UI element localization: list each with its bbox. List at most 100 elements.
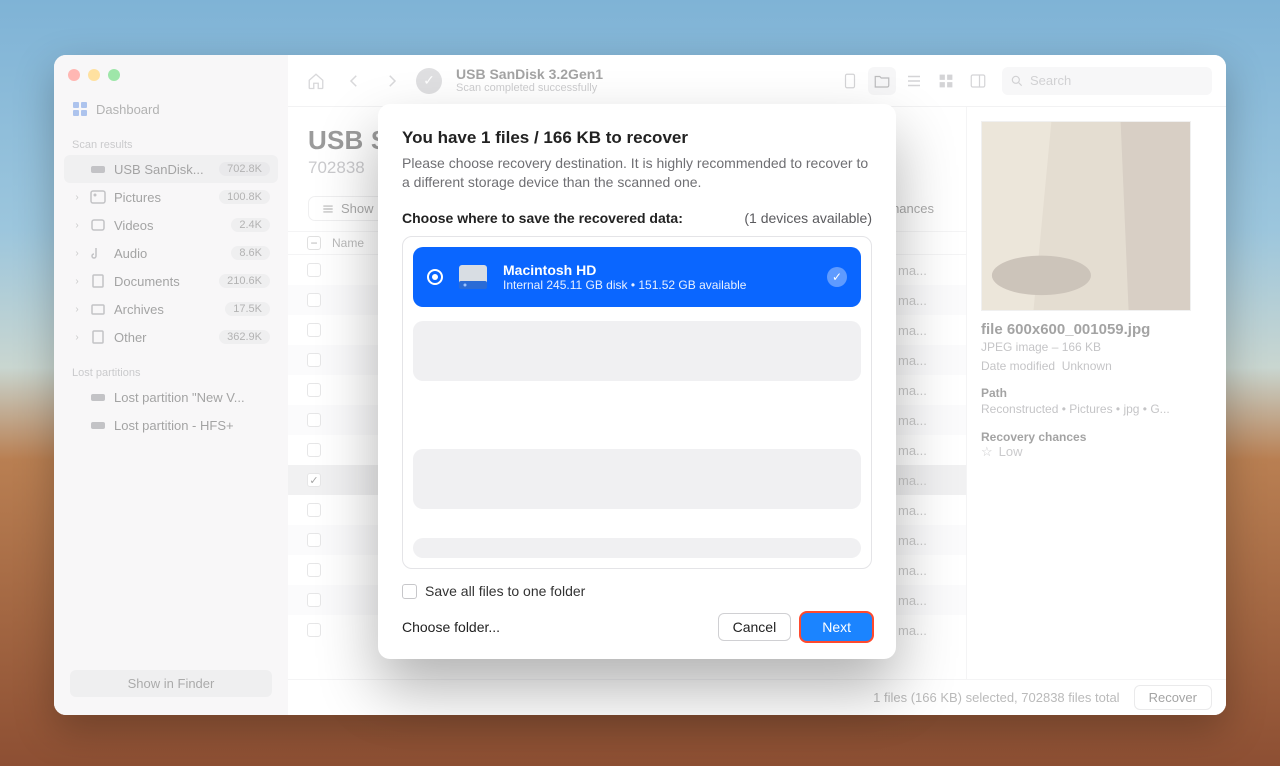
device-option-macintosh-hd[interactable]: Macintosh HD Internal 245.11 GB disk • 1… [413,247,861,307]
cancel-button[interactable]: Cancel [718,613,792,641]
drive-icon [90,417,106,433]
column-name[interactable]: Name [332,236,364,250]
dashboard-item[interactable]: Dashboard [64,95,278,123]
sidebar-item-label: Other [114,330,211,345]
choose-destination-label: Choose where to save the recovered data: [402,210,683,226]
dashboard-icon [72,101,88,117]
sidebar-item-badge: 100.8K [219,190,270,204]
sidebar-item-audio[interactable]: › Audio 8.6K [64,239,278,267]
videos-icon [90,217,106,233]
list-view-icon[interactable] [900,67,928,95]
sidebar-item-badge: 8.6K [231,246,270,260]
dialog-title: You have 1 files / 166 KB to recover [402,128,872,148]
row-checkbox[interactable] [307,413,321,427]
drive-icon [90,161,106,177]
sidebar-item-videos[interactable]: › Videos 2.4K [64,211,278,239]
documents-icon [90,273,106,289]
sidebar-item-archives[interactable]: › Archives 17.5K [64,295,278,323]
row-checkbox[interactable] [307,563,321,577]
sidebar-item-label: Documents [114,274,211,289]
sidebar-item-other[interactable]: › Other 362.9K [64,323,278,351]
search-input[interactable]: Search [1002,67,1212,95]
panel-toggle-icon[interactable] [964,67,992,95]
select-all-checkbox[interactable]: − [307,236,321,250]
recover-button[interactable]: Recover [1134,685,1212,710]
chevron-right-icon: › [72,304,82,315]
status-bar: 1 files (166 KB) selected, 702838 files … [288,679,1226,715]
file-name: file 600x600_001059.jpg [981,321,1212,338]
grid-view-icon[interactable] [932,67,960,95]
sidebar-item-usb[interactable]: USB SanDisk... 702.8K [64,155,278,183]
show-in-finder-button[interactable]: Show in Finder [70,670,272,697]
row-checkbox[interactable] [307,293,321,307]
file-preview [981,121,1191,311]
row-checkbox[interactable] [307,443,321,457]
sidebar-item-label: Videos [114,218,223,233]
chevron-right-icon: › [72,332,82,343]
search-icon [1010,74,1024,88]
sidebar-item-label: Lost partition - HFS+ [114,418,270,433]
folder-view-icon[interactable] [868,67,896,95]
chevron-right-icon: › [72,248,82,259]
toolbar-title: USB SanDisk 3.2Gen1 Scan completed succe… [456,67,603,94]
toolbar-subtitle-text: Scan completed successfully [456,82,603,94]
chevron-right-icon: › [72,276,82,287]
sidebar-item-label: USB SanDisk... [114,162,211,177]
pictures-icon [90,189,106,205]
date-modified-label: Date modified [981,359,1055,373]
row-checkbox[interactable] [307,533,321,547]
drive-icon [90,389,106,405]
star-icon: ☆ [981,444,993,460]
device-name: Macintosh HD [503,262,746,278]
recovery-chances-label: Recovery chances [981,430,1212,444]
preview-image [982,122,1190,310]
sidebar-item-documents[interactable]: › Documents 210.6K [64,267,278,295]
minimize-window-button[interactable] [88,69,100,81]
forward-button[interactable] [378,67,406,95]
file-view-icon[interactable] [836,67,864,95]
device-option-placeholder [413,538,861,558]
archives-icon [90,301,106,317]
sidebar-item-badge: 17.5K [225,302,270,316]
row-checkbox[interactable] [307,353,321,367]
show-filter[interactable]: Show [308,196,387,221]
save-all-option[interactable]: Save all files to one folder [402,583,872,599]
date-modified-value: Unknown [1062,359,1112,373]
row-checkbox[interactable] [307,503,321,517]
save-all-checkbox[interactable] [402,584,417,599]
row-checkbox[interactable] [307,383,321,397]
zoom-window-button[interactable] [108,69,120,81]
choose-folder-button[interactable]: Choose folder... [402,614,514,640]
row-checkbox[interactable] [307,623,321,637]
back-button[interactable] [340,67,368,95]
scan-results-header: Scan results [64,123,278,155]
next-button[interactable]: Next [801,613,872,641]
sidebar-item-badge: 210.6K [219,274,270,288]
sidebar-item-badge: 702.8K [219,162,270,176]
status-check-icon: ✓ [416,68,442,94]
radio-selected-icon [427,269,443,285]
close-window-button[interactable] [68,69,80,81]
device-option-placeholder [413,321,861,381]
row-checkbox[interactable]: ✓ [307,473,321,487]
path-value: Reconstructed • Pictures • jpg • G... [981,400,1212,419]
home-button[interactable] [302,67,330,95]
path-label: Path [981,386,1212,400]
row-checkbox[interactable] [307,263,321,277]
sidebar: Dashboard Scan results USB SanDisk... 70… [54,55,288,715]
search-placeholder: Search [1030,73,1071,88]
recovery-chances-value: ☆ Low [981,444,1212,460]
dialog-description: Please choose recovery destination. It i… [402,154,872,192]
sidebar-item-lost-partition[interactable]: Lost partition "New V... [64,383,278,411]
sidebar-item-label: Archives [114,302,217,317]
row-checkbox[interactable] [307,593,321,607]
view-mode-group [836,67,992,95]
row-checkbox[interactable] [307,323,321,337]
recovery-destination-dialog: You have 1 files / 166 KB to recover Ple… [378,104,896,659]
chevron-right-icon: › [72,192,82,203]
check-icon: ✓ [827,267,847,287]
sidebar-item-lost-partition[interactable]: Lost partition - HFS+ [64,411,278,439]
toolbar-title-text: USB SanDisk 3.2Gen1 [456,67,603,82]
sidebar-item-pictures[interactable]: › Pictures 100.8K [64,183,278,211]
dashboard-label: Dashboard [96,102,160,117]
